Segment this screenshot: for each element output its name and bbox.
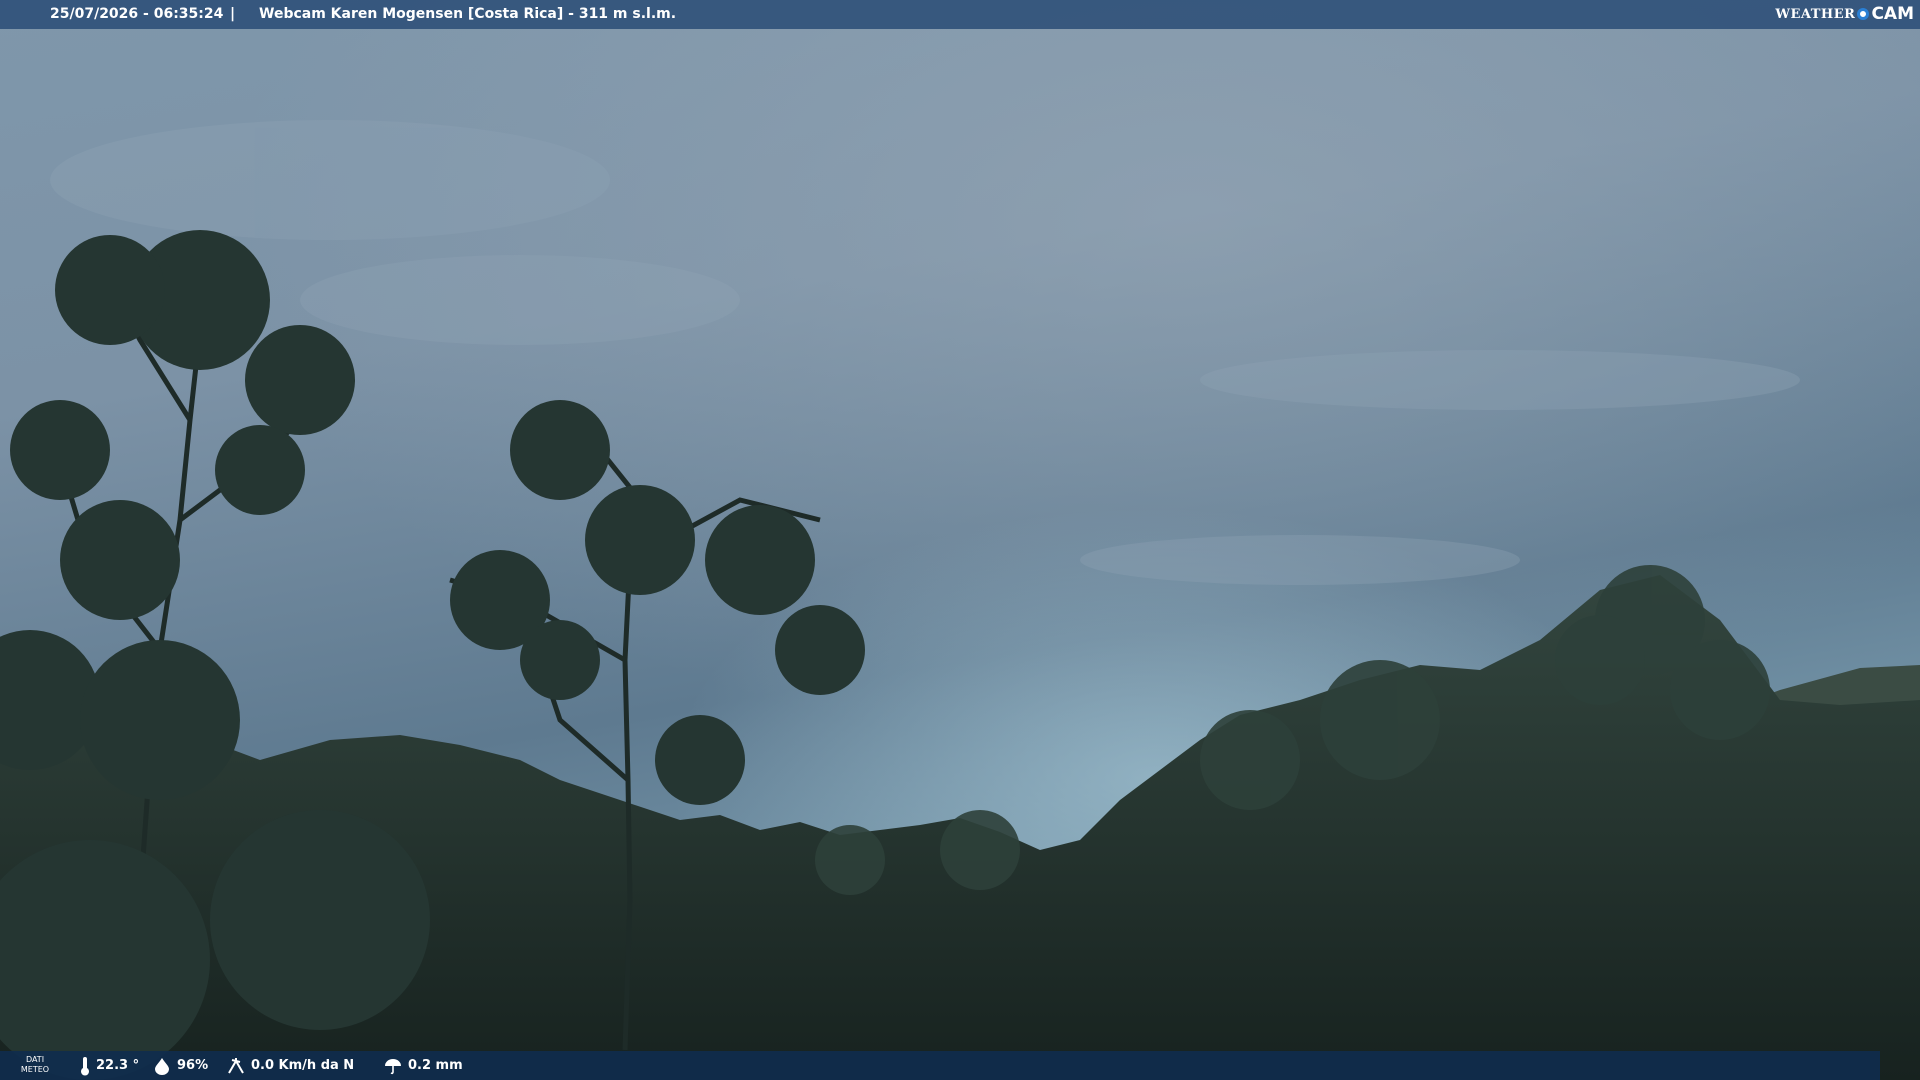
rain-value: 0.2 mm	[408, 1058, 463, 1073]
weather-data-bar: DATI METEO 22.3 ° 96% 0.0 Km/h da N 0.2 …	[0, 1051, 1880, 1080]
humidity-icon	[155, 1057, 169, 1075]
thermometer-icon	[81, 1056, 89, 1075]
weathercam-logo: WEATHER CAM	[1775, 3, 1914, 25]
logo-dot-icon	[1857, 8, 1870, 20]
dati-label-line2: METEO	[20, 1065, 50, 1074]
dati-meteo-label: DATI METEO	[20, 1055, 50, 1075]
separator: |	[230, 6, 236, 22]
webcam-image	[0, 0, 1920, 1080]
wind-readout: 0.0 Km/h da N	[227, 1051, 354, 1080]
rain-icon	[385, 1058, 401, 1074]
logo-cam-text: CAM	[1871, 4, 1914, 24]
temperature-readout: 22.3 °	[80, 1051, 139, 1080]
rain-readout: 0.2 mm	[384, 1051, 463, 1080]
humidity-readout: 96%	[153, 1051, 208, 1080]
humidity-value: 96%	[177, 1058, 209, 1073]
wind-value: 0.0 Km/h da N	[251, 1058, 355, 1073]
dati-label-line1: DATI	[25, 1055, 45, 1064]
logo-weather-text: WEATHER	[1775, 6, 1856, 22]
webcam-title: Webcam Karen Mogensen [Costa Rica] - 311…	[259, 6, 677, 22]
timestamp: 25/07/2026 - 06:35:24	[50, 6, 224, 22]
wind-icon	[228, 1057, 244, 1074]
temperature-value: 22.3 °	[96, 1058, 140, 1073]
top-info-bar: 25/07/2026 - 06:35:24 | Webcam Karen Mog…	[0, 0, 1920, 29]
